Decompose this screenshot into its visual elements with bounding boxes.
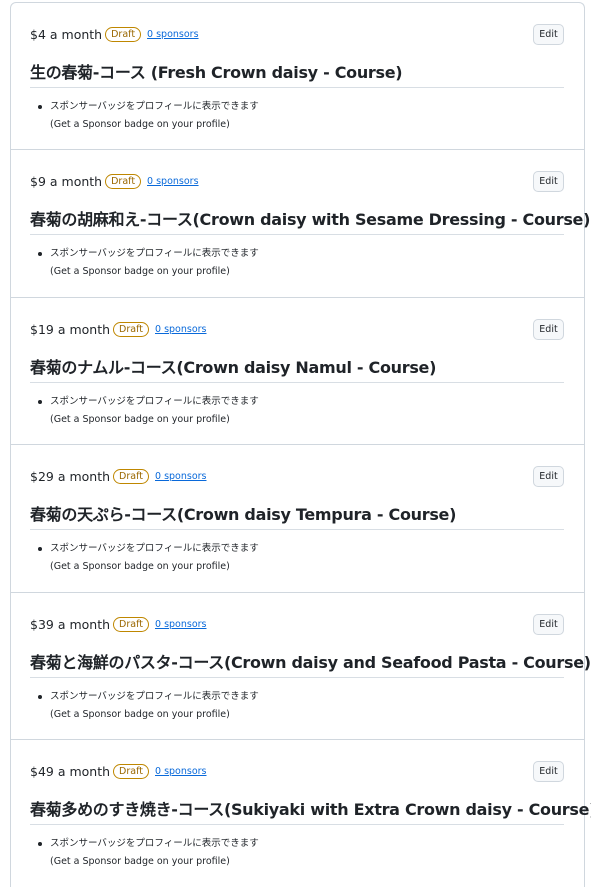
tier-header: $39 a month Draft 0 sponsors [30,616,207,632]
tier-title: 生の春菊-コース (Fresh Crown daisy - Course) [30,59,564,88]
tier-benefits: スポンサーバッジをプロフィールに表示できます (Get a Sponsor ba… [38,835,564,871]
edit-button[interactable]: Edit [533,24,564,45]
edit-button[interactable]: Edit [533,318,564,340]
benefit-text-ja: スポンサーバッジをプロフィールに表示できます [50,395,259,407]
bullet-icon [38,399,42,404]
benefit-text-ja: スポンサーバッジをプロフィールに表示できます [50,543,259,555]
benefit-text-en: (Get a Sponsor badge on your profile) [50,119,230,130]
tier-card: $39 a month Draft 0 sponsors Edit 春菊と海鮮の… [11,593,591,740]
benefit-text-en: (Get a Sponsor badge on your profile) [50,413,230,425]
tier-benefits: スポンサーバッジをプロフィールに表示できます (Get a Sponsor ba… [38,688,564,724]
tier-card: $49 a month Draft 0 sponsors Edit 春菊多めのす… [11,740,591,887]
draft-badge: Draft [113,321,149,337]
tier-card: $29 a month Draft 0 sponsors Edit 春菊の天ぷら… [11,445,584,593]
tier-price: $4 a month [30,27,103,42]
tier-header: $29 a month Draft 0 sponsors [30,469,207,485]
benefit-text-ja: スポンサーバッジをプロフィールに表示できます [50,101,259,112]
edit-button[interactable]: Edit [533,466,564,488]
tier-price: $19 a month [30,321,111,337]
bullet-icon [38,252,42,257]
tier-title: 春菊のナムル-コース(Crown daisy Namul - Course) [30,354,564,383]
draft-badge: Draft [113,763,149,779]
sponsors-count-link[interactable]: 0 sponsors [155,619,207,630]
tier-header: $4 a month Draft 0 sponsors [30,27,199,42]
tier-price: $9 a month [30,174,103,190]
sponsors-count-link[interactable]: 0 sponsors [155,324,207,335]
benefit-text-en: (Get a Sponsor badge on your profile) [50,266,230,278]
draft-badge: Draft [113,469,149,485]
tier-benefits: スポンサーバッジをプロフィールに表示できます (Get a Sponsor ba… [38,393,564,429]
tier-header: $19 a month Draft 0 sponsors [30,321,207,337]
draft-badge: Draft [113,616,149,632]
benefit-text-ja: スポンサーバッジをプロフィールに表示できます [50,690,259,702]
benefit-item: スポンサーバッジをプロフィールに表示できます (Get a Sponsor ba… [38,688,564,724]
benefit-item: スポンサーバッジをプロフィールに表示できます (Get a Sponsor ba… [38,98,564,134]
draft-badge: Draft [105,174,142,190]
edit-button[interactable]: Edit [533,171,564,193]
benefit-text-en: (Get a Sponsor badge on your profile) [50,708,230,720]
tier-card: $19 a month Draft 0 sponsors Edit 春菊のナムル… [11,298,584,446]
bullet-icon [38,547,42,552]
benefit-item: スポンサーバッジをプロフィールに表示できます (Get a Sponsor ba… [38,393,564,429]
tier-title: 春菊の天ぷら-コース(Crown daisy Tempura - Course) [30,501,564,531]
sponsors-count-link[interactable]: 0 sponsors [155,766,207,777]
benefit-text-ja: スポンサーバッジをプロフィールに表示できます [50,837,259,849]
tier-card: $4 a month Draft 0 sponsors Edit 生の春菊-コー… [11,3,584,151]
edit-button[interactable]: Edit [533,760,564,782]
tier-price: $29 a month [30,469,111,485]
tier-card: $9 a month Draft 0 sponsors Edit 春菊の胡麻和え… [11,150,590,298]
tier-benefits: スポンサーバッジをプロフィールに表示できます (Get a Sponsor ba… [38,245,564,281]
draft-badge: Draft [105,27,142,42]
tier-header: $9 a month Draft 0 sponsors [30,174,199,190]
tier-price: $49 a month [30,763,111,779]
benefit-item: スポンサーバッジをプロフィールに表示できます (Get a Sponsor ba… [38,835,564,871]
sponsor-tier-list: $4 a month Draft 0 sponsors Edit 生の春菊-コー… [10,2,591,887]
tier-benefits: スポンサーバッジをプロフィールに表示できます (Get a Sponsor ba… [38,98,564,134]
sponsors-count-link[interactable]: 0 sponsors [147,176,199,187]
tier-title: 春菊の胡麻和え-コース(Crown daisy with Sesame Dres… [30,206,590,236]
bullet-icon [38,841,42,846]
benefit-item: スポンサーバッジをプロフィールに表示できます (Get a Sponsor ba… [38,540,564,576]
tier-title: 春菊と海鮮のパスタ-コース(Crown daisy and Seafood Pa… [30,649,591,678]
benefit-text-en: (Get a Sponsor badge on your profile) [50,561,230,573]
edit-button[interactable]: Edit [533,613,564,635]
tier-header: $49 a month Draft 0 sponsors [30,763,207,779]
benefit-text-en: (Get a Sponsor badge on your profile) [50,855,230,867]
tier-title: 春菊多めのすき焼き-コース(Sukiyaki with Extra Crown … [30,796,591,825]
tier-benefits: スポンサーバッジをプロフィールに表示できます (Get a Sponsor ba… [38,540,564,576]
sponsors-count-link[interactable]: 0 sponsors [147,29,199,40]
bullet-icon [38,694,42,699]
benefit-item: スポンサーバッジをプロフィールに表示できます (Get a Sponsor ba… [38,245,564,281]
tier-price: $39 a month [30,616,111,632]
benefit-text-ja: スポンサーバッジをプロフィールに表示できます [50,248,259,260]
bullet-icon [38,105,42,109]
sponsors-count-link[interactable]: 0 sponsors [155,471,207,482]
